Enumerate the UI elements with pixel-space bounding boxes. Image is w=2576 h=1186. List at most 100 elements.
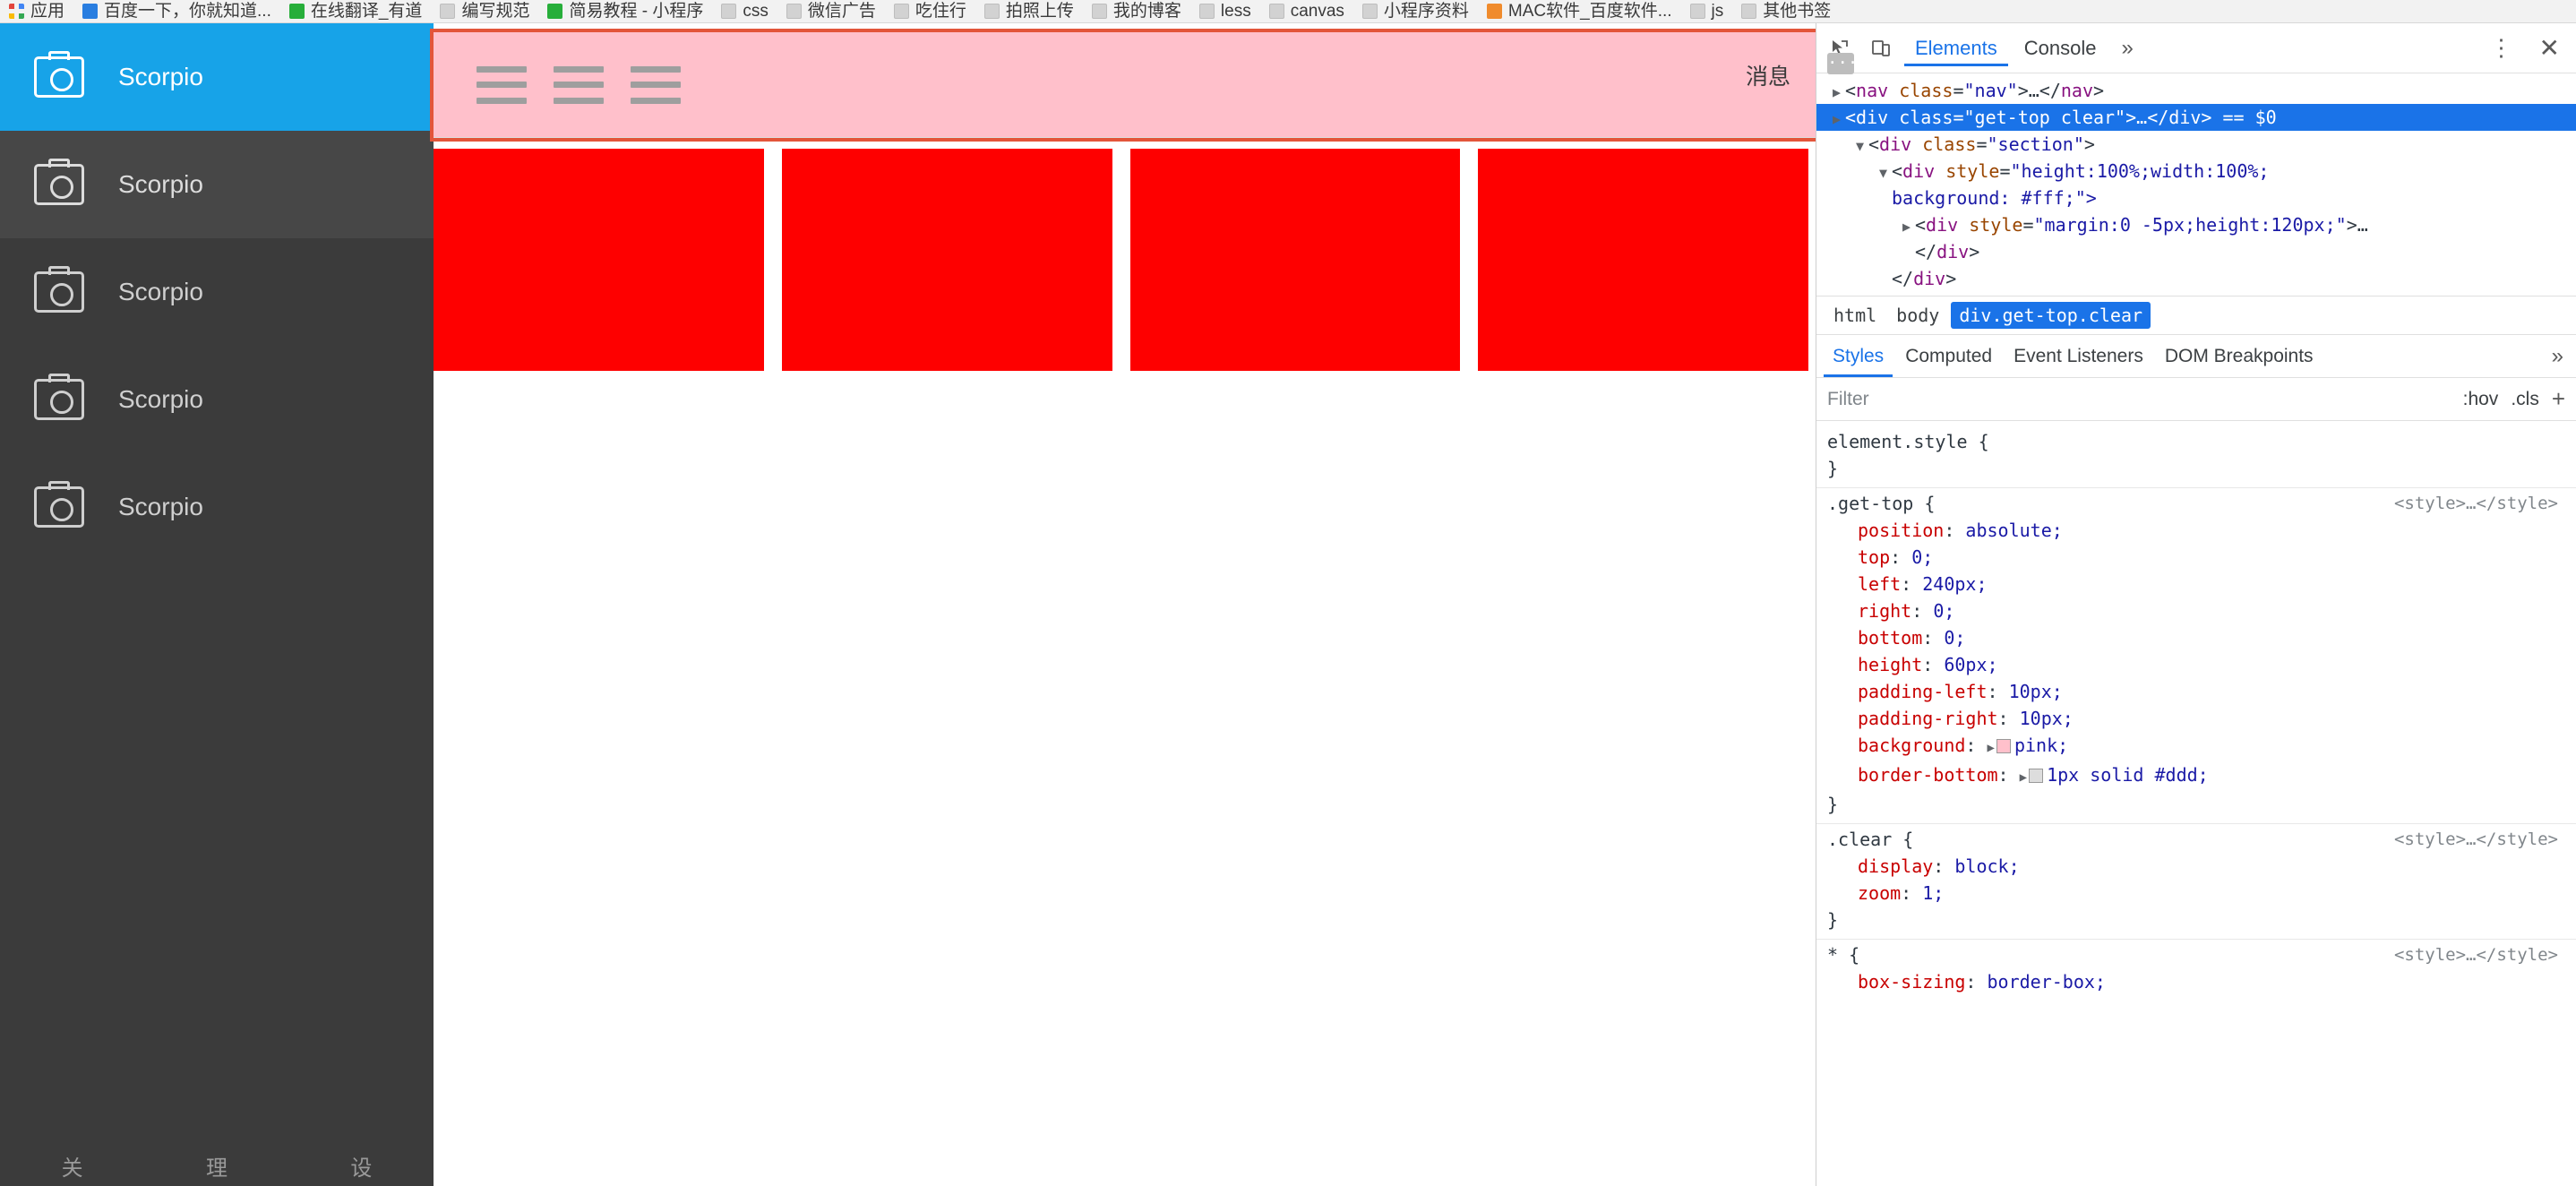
color-swatch[interactable] (1996, 739, 2011, 753)
tab-console[interactable]: Console (2014, 30, 2108, 66)
dom-token: = (1953, 107, 1964, 128)
device-toolbar-icon[interactable] (1863, 30, 1899, 66)
bookmark-item[interactable]: MAC软件_百度软件... (1478, 0, 1681, 22)
css-declaration[interactable]: bottom: 0; (1827, 624, 2567, 651)
css-declaration[interactable]: border-bottom: ▶ 1px solid #ddd; (1827, 761, 2567, 791)
sidebar-bottom-tab-1[interactable]: 理 (144, 1150, 288, 1186)
dom-token (1911, 133, 1922, 155)
dom-token: > (2093, 80, 2105, 101)
breadcrumb-item[interactable]: body (1888, 302, 1947, 329)
css-declaration[interactable]: display: block; (1827, 853, 2567, 880)
red-box-row (434, 149, 1808, 382)
styles-tab-event-listeners[interactable]: Event Listeners (2005, 336, 2152, 377)
kebab-menu-icon[interactable]: ⋮ (2481, 34, 2523, 62)
folder-icon (440, 4, 456, 19)
bookmark-item[interactable]: canvas (1260, 0, 1353, 22)
red-box-3 (1478, 149, 1808, 371)
chevron-right-icon[interactable]: ▶ (2020, 770, 2027, 785)
css-property-name: border-bottom (1858, 764, 1998, 786)
get-top-bar[interactable]: 消息 (430, 29, 1816, 142)
css-declaration[interactable]: left: 240px; (1827, 571, 2567, 597)
filter-input[interactable]: Filter (1827, 389, 2463, 410)
color-swatch[interactable] (2029, 769, 2044, 783)
bookmark-item[interactable]: 拍照上传 (975, 0, 1083, 22)
dom-node[interactable]: </div> (1816, 265, 2576, 292)
css-declaration[interactable]: padding-left: 10px; (1827, 678, 2567, 705)
chevron-right-icon[interactable]: ▶ (1833, 106, 1845, 133)
camera-icon (34, 481, 84, 528)
css-declaration[interactable]: zoom: 1; (1827, 880, 2567, 907)
chevron-right-icon[interactable]: ▶ (1902, 213, 1915, 240)
styles-more-icon[interactable]: » (2552, 344, 2569, 369)
css-declaration[interactable]: box-sizing: border-box; (1827, 968, 2567, 995)
styles-tab-bar[interactable]: Styles Computed Event Listeners DOM Breakpo… (1816, 335, 2576, 378)
css-rule[interactable]: .get-top {<style>…</style> position: abso… (1816, 488, 2576, 820)
styles-filter-row[interactable]: Filter :hov .cls + (1816, 378, 2576, 421)
dom-tree[interactable]: ▶ <nav class="nav">…</nav> ▶ <div class="ge… (1816, 73, 2576, 296)
tab-elements[interactable]: Elements (1904, 30, 2008, 66)
bookmark-item[interactable]: 吃住行 (885, 0, 975, 22)
cls-toggle[interactable]: .cls (2511, 389, 2539, 410)
css-rule[interactable]: element.style {} (1816, 426, 2576, 484)
bookmark-item[interactable]: 编写规范 (431, 0, 538, 22)
dom-token: == $0 (2222, 107, 2277, 128)
bookmark-item[interactable]: css (712, 0, 777, 22)
more-tabs-icon[interactable]: » (2112, 36, 2142, 61)
new-style-rule-button[interactable]: + (2552, 385, 2565, 413)
sidebar-item-0[interactable]: Scorpio (0, 23, 434, 131)
css-declaration[interactable]: background: ▶ pink; (1827, 732, 2567, 761)
dom-overflow-dots[interactable]: ··· (1827, 53, 1858, 74)
bookmark-item[interactable]: 小程序资料 (1353, 0, 1478, 22)
breadcrumb-item[interactable]: html (1825, 302, 1885, 329)
css-declaration[interactable]: top: 0; (1827, 544, 2567, 571)
css-declaration[interactable]: padding-right: 10px; (1827, 705, 2567, 732)
sidebar-bottom-tab-0[interactable]: 关 (0, 1150, 144, 1186)
styles-tab-styles[interactable]: Styles (1824, 336, 1893, 377)
css-rule-close: } (1827, 909, 1839, 931)
menu-icon-2[interactable] (554, 65, 604, 104)
bookmark-item[interactable]: 我的博客 (1083, 0, 1190, 22)
styles-tab-dom-breakpoints[interactable]: DOM Breakpoints (2156, 336, 2323, 377)
sidebar-bottom-tab-2[interactable]: 设 (289, 1150, 434, 1186)
css-source-link[interactable]: <style>…</style> (2394, 490, 2558, 517)
css-property-value: 0; (1933, 600, 1955, 622)
dom-node[interactable]: ▼ <div class="section"> (1816, 131, 2576, 158)
css-declaration[interactable]: height: 60px; (1827, 651, 2567, 678)
dom-node[interactable]: ▶ <div style="margin:0 -5px;height:120px;… (1816, 211, 2576, 238)
breadcrumb-item[interactable]: div.get-top.clear (1951, 302, 2151, 329)
css-rule[interactable]: * {<style>…</style> box-sizing: border-bo… (1816, 940, 2576, 997)
bookmark-item[interactable]: 其他书签 (1732, 0, 1840, 22)
css-declaration[interactable]: position: absolute; (1827, 517, 2567, 544)
css-source-link[interactable]: <style>…</style> (2394, 941, 2558, 968)
sidebar-bottom-tabs[interactable]: 关理设 (0, 1150, 434, 1186)
styles-tab-computed[interactable]: Computed (1896, 336, 2001, 377)
bookmark-item[interactable]: 简易教程 - 小程序 (538, 0, 712, 22)
bookmark-item[interactable]: less (1190, 0, 1260, 22)
bookmark-item[interactable]: 微信广告 (777, 0, 885, 22)
chevron-right-icon[interactable]: ▶ (1988, 741, 1995, 755)
sidebar-item-1[interactable]: Scorpio (0, 131, 434, 238)
sidebar-item-4[interactable]: Scorpio (0, 453, 434, 561)
css-declaration[interactable]: right: 0; (1827, 597, 2567, 624)
bookmark-item[interactable]: 百度一下，你就知道... (73, 0, 280, 22)
bookmark-item[interactable]: 应用 (0, 0, 73, 22)
breadcrumb[interactable]: html body div.get-top.clear (1816, 296, 2576, 335)
dom-node[interactable]: background: #fff;"> (1816, 185, 2576, 211)
sidebar-item-3[interactable]: Scorpio (0, 346, 434, 453)
bookmark-item[interactable]: 在线翻译_有道 (280, 0, 432, 22)
hov-toggle[interactable]: :hov (2463, 389, 2499, 410)
dom-node[interactable]: </div> (1816, 238, 2576, 265)
dom-node[interactable]: ▶ <div class="get-top clear">…</div> == $… (1816, 104, 2576, 131)
chevron-right-icon[interactable]: ▶ (1833, 79, 1845, 106)
menu-icon-3[interactable] (631, 65, 681, 104)
dom-node[interactable]: ▼ <div style="height:100%;width:100%; (1816, 158, 2576, 185)
close-icon[interactable]: ✕ (2529, 33, 2571, 63)
css-rule[interactable]: .clear {<style>…</style> display: block; z… (1816, 824, 2576, 935)
chevron-down-icon[interactable]: ▼ (1856, 133, 1868, 159)
chevron-down-icon[interactable]: ▼ (1879, 159, 1892, 186)
sidebar-item-2[interactable]: Scorpio (0, 238, 434, 346)
css-source-link[interactable]: <style>…</style> (2394, 826, 2558, 853)
dom-node[interactable]: ▶ <nav class="nav">…</nav> (1816, 77, 2576, 104)
bookmark-item[interactable]: js (1681, 0, 1733, 22)
menu-icon-1[interactable] (477, 65, 527, 104)
